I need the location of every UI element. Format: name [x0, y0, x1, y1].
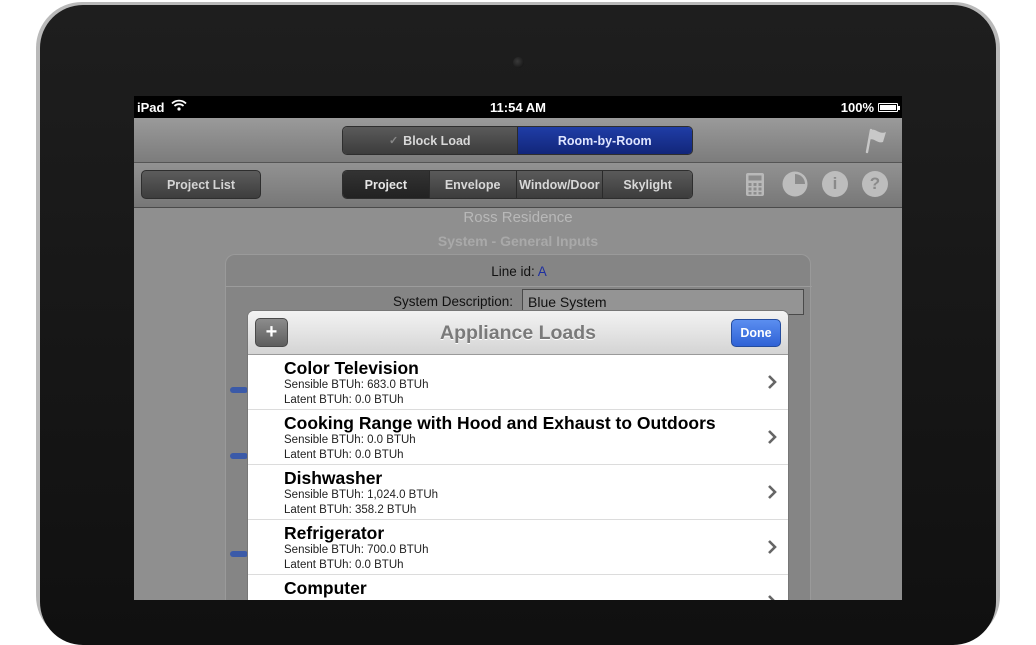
list-item[interactable]: Cooking Range with Hood and Exhaust to O… [248, 410, 788, 465]
appliance-loads-popover: + Appliance Loads Done Color Television … [248, 311, 788, 600]
sensible-value: Sensible BTUh: 700.0 BTUh [284, 544, 429, 556]
status-bar: iPad 11:54 AM 100% [134, 96, 902, 118]
popover-title: Appliance Loads [439, 322, 597, 344]
project-list-button[interactable]: Project List [141, 170, 261, 199]
chevron-right-icon [768, 595, 775, 600]
pie-chart-icon[interactable] [782, 171, 808, 197]
battery-icon [878, 103, 900, 112]
slider-thumb[interactable] [230, 453, 248, 459]
tab-window-door[interactable]: Window/Door [516, 171, 604, 198]
line-id-row: Line id: A [226, 264, 812, 279]
sensible-value: Sensible BTUh: 0.0 BTUh [284, 434, 416, 446]
app-view: ✓ Block Load Room-by-Room Project List P… [134, 118, 902, 600]
segment-room-by-room[interactable]: Room-by-Room [517, 127, 692, 154]
latent-value: Latent BTUh: 0.0 BTUh [284, 394, 404, 406]
done-button[interactable]: Done [731, 319, 781, 347]
line-id-label: Line id: [491, 264, 535, 279]
slider-thumb[interactable] [230, 551, 248, 557]
chevron-right-icon [768, 430, 777, 444]
sensible-value: Sensible BTUh: 683.0 BTUh [284, 379, 429, 391]
latent-value: Latent BTUh: 0.0 BTUh [284, 559, 404, 571]
chevron-right-icon [768, 540, 777, 554]
checkmark-icon: ✓ [388, 135, 399, 147]
screen: iPad 11:54 AM 100% ✓ Block Load Room-by-… [134, 96, 902, 600]
sensible-value: Sensible BTUh: 1,024.0 BTUh [284, 489, 439, 501]
appliance-name: Color Television [284, 358, 419, 378]
tab-project[interactable]: Project [343, 171, 430, 198]
calculator-icon[interactable] [745, 172, 765, 197]
tab-skylight[interactable]: Skylight [603, 171, 692, 198]
latent-value: Latent BTUh: 358.2 BTUh [284, 504, 417, 516]
project-title: Ross Residence [463, 209, 573, 226]
slider-thumb[interactable] [230, 387, 248, 393]
popover-header: + Appliance Loads Done [248, 311, 788, 355]
camera-icon [513, 57, 524, 68]
appliance-name: Computer [284, 578, 367, 598]
latent-value: Latent BTUh: 0.0 BTUh [284, 449, 404, 461]
section-tabs: Project Envelope Window/Door Skylight [342, 170, 693, 199]
list-item[interactable]: Dishwasher Sensible BTUh: 1,024.0 BTUh L… [248, 465, 788, 520]
mode-bar: ✓ Block Load Room-by-Room [134, 118, 902, 163]
mode-segmented-control: ✓ Block Load Room-by-Room [342, 126, 693, 155]
appliance-list: Color Television Sensible BTUh: 683.0 BT… [248, 355, 788, 600]
battery-percent: 100% [840, 100, 874, 115]
line-id-value[interactable]: A [538, 264, 547, 279]
clock: 11:54 AM [490, 100, 546, 115]
info-icon[interactable]: i [822, 171, 848, 197]
chevron-right-icon [768, 375, 777, 389]
tab-envelope[interactable]: Envelope [429, 171, 517, 198]
help-icon[interactable]: ? [862, 171, 888, 197]
list-item[interactable]: Refrigerator Sensible BTUh: 700.0 BTUh L… [248, 520, 788, 575]
segment-label: Block Load [403, 133, 471, 148]
flag-icon[interactable] [862, 126, 890, 154]
list-item[interactable]: Computer [248, 575, 788, 600]
chevron-right-icon [768, 485, 777, 499]
section-title: System - General Inputs [437, 233, 599, 249]
appliance-name: Refrigerator [284, 523, 385, 543]
toolbar: Project List Project Envelope Window/Doo… [134, 163, 902, 208]
appliance-name: Dishwasher [284, 468, 383, 488]
appliance-name: Cooking Range with Hood and Exhaust to O… [284, 413, 716, 433]
divider [226, 286, 812, 287]
list-item[interactable]: Color Television Sensible BTUh: 683.0 BT… [248, 355, 788, 410]
segment-block-load[interactable]: ✓ Block Load [343, 127, 518, 154]
system-description-label: System Description: [393, 294, 514, 309]
